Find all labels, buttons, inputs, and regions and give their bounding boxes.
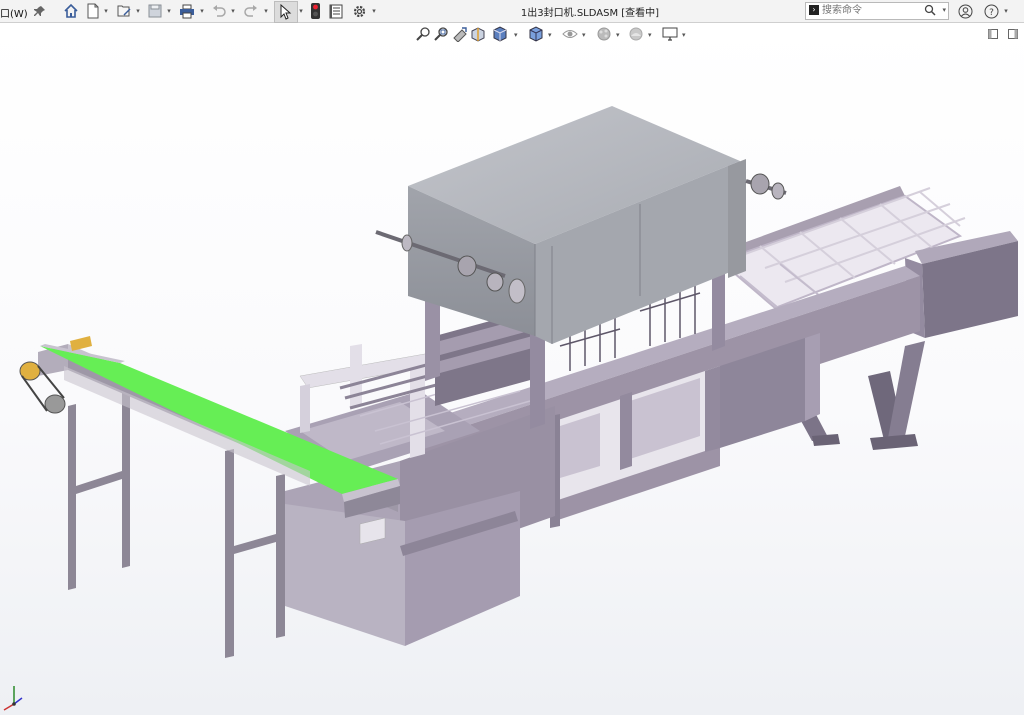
- graphics-area[interactable]: ▾ ▾ ▾ ▾ ▾ ▾: [0, 23, 1024, 715]
- print-icon[interactable]: [178, 2, 196, 20]
- document-title: 1出3封口机.SLDASM [查看中]: [520, 8, 660, 19]
- home-icon[interactable]: [62, 2, 80, 20]
- redo-dropdown-chevron-icon[interactable]: ▾: [261, 2, 271, 20]
- window-menu[interactable]: 口(W): [0, 3, 28, 21]
- new-dropdown-chevron-icon[interactable]: ▾: [101, 2, 111, 20]
- undo-dropdown-chevron-icon[interactable]: ▾: [228, 2, 238, 20]
- open-file-icon[interactable]: [115, 2, 133, 20]
- traffic-light-icon[interactable]: [308, 2, 322, 20]
- file-properties-icon[interactable]: [328, 2, 344, 20]
- help-icon[interactable]: ?: [982, 2, 1000, 20]
- search-dropdown-chevron-icon[interactable]: ▾: [942, 6, 946, 14]
- help-dropdown-chevron-icon[interactable]: ▾: [1001, 2, 1011, 20]
- svg-text:?: ?: [989, 8, 994, 18]
- select-cursor-icon[interactable]: [274, 1, 298, 23]
- command-prompt-icon: ›: [809, 5, 819, 15]
- save-icon[interactable]: [146, 2, 164, 20]
- new-document-icon[interactable]: [85, 2, 101, 20]
- coordinate-triad-icon: [3, 686, 23, 711]
- sealing-machine-model[interactable]: [0, 23, 1024, 715]
- pin-icon[interactable]: [33, 2, 47, 20]
- command-search[interactable]: › ▾: [805, 2, 949, 20]
- open-dropdown-chevron-icon[interactable]: ▾: [133, 2, 143, 20]
- redo-icon[interactable]: [243, 2, 259, 20]
- search-input[interactable]: [822, 3, 922, 17]
- undo-icon[interactable]: [211, 2, 227, 20]
- title-bar: 口(W) ▾ ▾ ▾ ▾ ▾ ▾ ▾ ▾ 1出3封口机.SLDASM [查看中]: [0, 0, 1024, 23]
- options-gear-icon[interactable]: [350, 2, 368, 20]
- search-icon[interactable]: [924, 3, 936, 20]
- account-icon[interactable]: [956, 2, 974, 20]
- options-dropdown-chevron-icon[interactable]: ▾: [369, 2, 379, 20]
- print-dropdown-chevron-icon[interactable]: ▾: [197, 2, 207, 20]
- select-dropdown-chevron-icon[interactable]: ▾: [297, 2, 305, 20]
- save-dropdown-chevron-icon[interactable]: ▾: [164, 2, 174, 20]
